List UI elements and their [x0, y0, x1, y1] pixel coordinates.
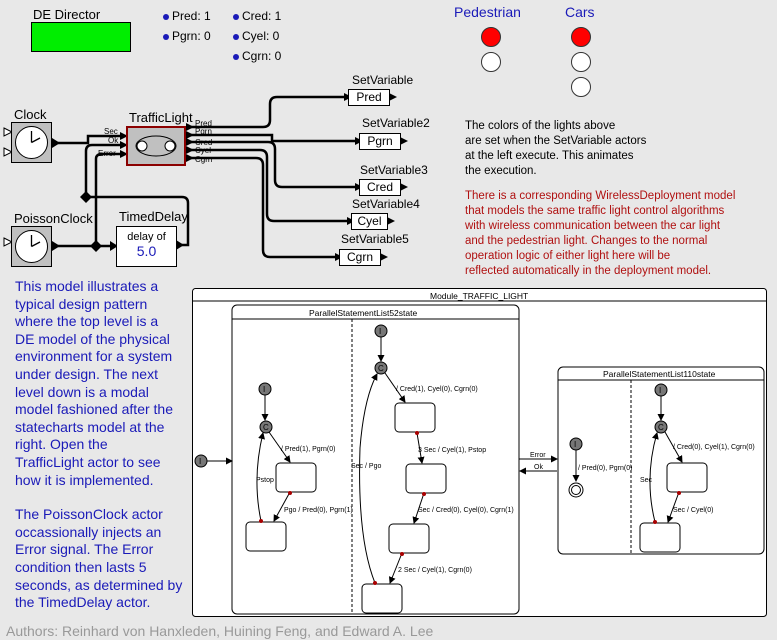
setvariable3-label: SetVariable3 [360, 163, 428, 177]
cars-red-light [571, 27, 591, 47]
port-ok-label: Ok [108, 136, 119, 145]
delay-caption: delay of [127, 231, 166, 243]
setvariable-pred[interactable]: Pred [348, 89, 390, 106]
statechart-diagram[interactable]: Module_TRAFFIC_LIGHT ParallelStatementLi… [192, 288, 768, 618]
authors-note: Authors: Reinhard von Hanxleden, Huining… [6, 623, 434, 639]
port-cyel-label: Cyel [195, 146, 211, 155]
model-note[interactable]: This model illustrates a typical design … [15, 278, 182, 612]
port-sec-label: Sec [104, 127, 118, 136]
svg-text:Sec / Pgo: Sec / Pgo [351, 463, 381, 470]
blink-off-state [639, 522, 681, 553]
port-cgrn-label: Cgrn [195, 155, 212, 164]
svg-text:C: C [658, 423, 664, 432]
car-red-state [394, 402, 436, 433]
svg-text:Pstop: Pstop [256, 477, 274, 484]
lights-note[interactable]: The colors of the lights above are set w… [465, 119, 646, 179]
pedestrian-title: Pedestrian [454, 4, 521, 20]
setvariable5-cgrn[interactable]: Cgrn [339, 249, 381, 266]
ped-red-state [275, 462, 317, 493]
modal-model-icon [135, 135, 177, 157]
svg-text:ParallelStatementList110state: ParallelStatementList110state [603, 369, 716, 379]
svg-text:/ Cred(1), Cyel(0), Cgrn(0): / Cred(1), Cyel(0), Cgrn(0) [396, 386, 478, 393]
relation-diamond[interactable] [90, 240, 102, 252]
port-pgrn-label: Pgrn [195, 127, 212, 136]
svg-text:Sec / Cred(0), Cyel(0), Cgrn(1: Sec / Cred(0), Cyel(0), Cgrn(1) [418, 507, 514, 514]
svg-text:/ Cred(0), Cyel(1), Cgrn(0): / Cred(0), Cyel(1), Cgrn(0) [673, 444, 755, 451]
setvariable5-label: SetVariable5 [341, 232, 409, 246]
cars-title: Cars [565, 4, 595, 20]
setvariable-label: SetVariable [352, 73, 414, 87]
svg-text:2 Sec / Cyel(1), Cgrn(0): 2 Sec / Cyel(1), Cgrn(0) [398, 567, 472, 574]
wireless-note[interactable]: There is a corresponding WirelessDeploym… [465, 189, 735, 279]
initial-label: I [199, 457, 201, 466]
relation-diamond[interactable] [80, 191, 92, 203]
svg-text:I: I [659, 386, 661, 395]
clock-icon [15, 230, 48, 263]
ped-green-state [245, 521, 287, 552]
cars-green-light [571, 77, 591, 97]
svg-text:/ Pred(0), Pgrn(0): / Pred(0), Pgrn(0) [578, 465, 632, 472]
setvariable3-cred[interactable]: Cred [359, 179, 401, 196]
setvariable2-label: SetVariable2 [362, 116, 430, 130]
svg-text:Sec / Cyel(0): Sec / Cyel(0) [673, 507, 713, 514]
svg-text:C: C [263, 423, 269, 432]
wire-cgrn[interactable] [188, 156, 338, 259]
clock-actor[interactable] [11, 122, 52, 163]
clock-label: Clock [14, 107, 47, 122]
pedestrian-red-light [481, 27, 501, 47]
car-yellow2-state [361, 583, 403, 614]
svg-text:Pgo / Pred(0), Pgrn(1): Pgo / Pred(0), Pgrn(1) [284, 507, 353, 514]
svg-text:Sec: Sec [640, 477, 653, 484]
timed-delay-label: TimedDelay [119, 209, 188, 224]
delay-value: 5.0 [136, 243, 157, 259]
car-green-state [388, 523, 430, 554]
poisson-clock-label: PoissonClock [14, 211, 93, 226]
svg-text:I: I [263, 385, 265, 394]
clock-icon [15, 126, 48, 159]
blink-on-state [666, 462, 708, 493]
port-error-label: Error [98, 149, 116, 158]
module-title: Module_TRAFFIC_LIGHT [430, 291, 528, 301]
poisson-clock-actor[interactable] [11, 226, 52, 267]
svg-text:3 Sec / Cyel(1), Pstop: 3 Sec / Cyel(1), Pstop [418, 447, 486, 454]
setvariable4-label: SetVariable4 [352, 197, 420, 211]
svg-text:C: C [378, 364, 384, 373]
psl52-state [231, 304, 520, 615]
traffic-light-actor[interactable] [126, 126, 186, 166]
traffic-light-label: TrafficLight [129, 110, 193, 125]
svg-text:Ok: Ok [534, 464, 543, 471]
svg-text:Error: Error [530, 452, 546, 459]
svg-text:I: I [574, 440, 576, 449]
pedestrian-green-light [481, 52, 501, 72]
car-yellow-state [405, 463, 447, 494]
setvariable4-cyel[interactable]: Cyel [351, 213, 388, 230]
svg-text:/ Pred(1), Pgrn(0): / Pred(1), Pgrn(0) [281, 446, 335, 453]
setvariable2-pgrn[interactable]: Pgrn [359, 133, 401, 150]
wire-pgrn[interactable] [188, 133, 358, 143]
cars-yellow-light [571, 52, 591, 72]
psl52-title: ParallelStatementList52state [309, 308, 417, 318]
timed-delay-actor[interactable]: delay of 5.0 [116, 226, 177, 267]
svg-text:I: I [379, 327, 381, 336]
